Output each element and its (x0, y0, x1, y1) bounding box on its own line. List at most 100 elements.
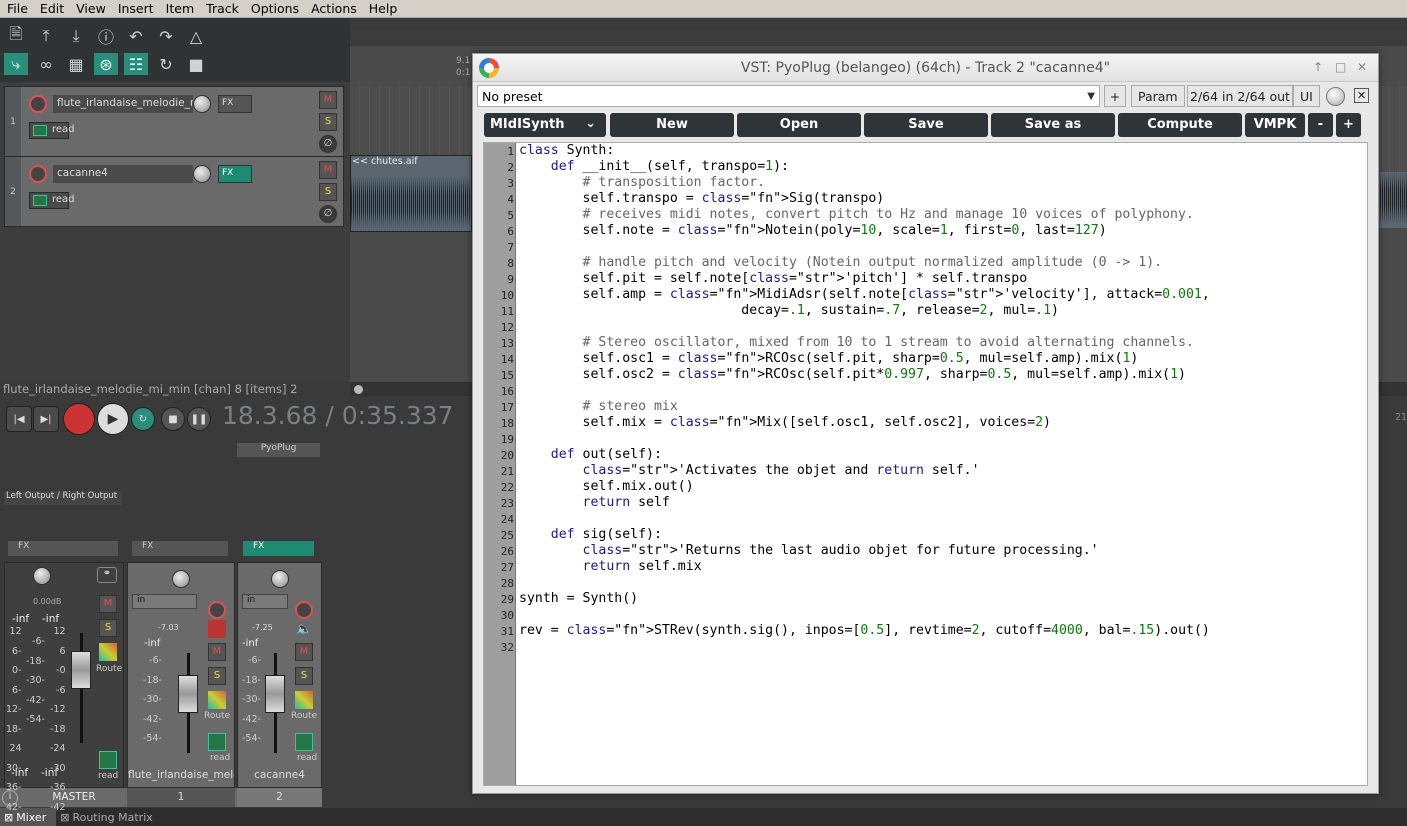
menu-file[interactable]: File (0, 1, 33, 16)
envelope-icon[interactable] (208, 733, 226, 751)
info-icon[interactable]: ⓘ (94, 25, 118, 47)
code-line[interactable]: # stereo mix (519, 399, 678, 414)
undo-icon[interactable]: ↶ (124, 25, 148, 47)
menu-view[interactable]: View (69, 1, 111, 16)
code-line[interactable]: return self (519, 495, 670, 510)
code-line[interactable]: self.mix.out() (519, 479, 694, 494)
route-icon[interactable] (208, 691, 226, 709)
code-line[interactable]: # handle pitch and velocity (Notein outp… (519, 255, 1163, 270)
code-line[interactable]: synth = Synth() (519, 591, 638, 606)
ripple-edit-icon[interactable]: ⤷ (4, 53, 28, 75)
track2-fader[interactable] (265, 675, 285, 713)
menu-options[interactable]: Options (244, 1, 304, 16)
record-arm-button[interactable] (29, 165, 47, 183)
menu-edit[interactable]: Edit (33, 1, 69, 16)
fx-slot[interactable]: PyoPlug (237, 443, 320, 457)
lock-icon[interactable]: ■ (184, 53, 208, 75)
preset-select[interactable]: No preset ▼ (477, 85, 1100, 107)
automation-mode-button[interactable]: read (29, 192, 75, 209)
code-line[interactable]: class Synth: (519, 143, 614, 158)
track-1[interactable]: 1 flute_irlandaise_melodie_m FX read M S… (4, 86, 344, 157)
open-button[interactable]: Open (737, 113, 861, 137)
speaker-icon[interactable] (208, 620, 226, 638)
minimize-icon[interactable]: ↑ (1313, 60, 1323, 74)
envelope-icon[interactable] (99, 751, 117, 769)
wet-knob[interactable] (1326, 87, 1345, 106)
mute-button[interactable]: M (319, 161, 337, 179)
record-button[interactable] (63, 403, 95, 435)
code-line[interactable]: # Stereo oscillator, mixed from 10 to 1 … (519, 335, 1194, 350)
window-titlebar[interactable]: VST: PyoPlug (belangeo) (64ch) - Track 2… (473, 54, 1378, 82)
open-project-icon[interactable]: ⤒ (34, 25, 58, 47)
pause-button[interactable]: ❚❚ (187, 407, 211, 431)
solo-button[interactable]: S (295, 667, 313, 685)
menu-help[interactable]: Help (362, 1, 403, 16)
phase-icon[interactable]: ∅ (319, 205, 337, 223)
code-line[interactable]: # transposition factor. (519, 175, 766, 190)
track2-fx-button[interactable]: FX (243, 541, 314, 556)
record-arm-button[interactable] (295, 601, 313, 619)
code-line[interactable]: rev = class="fn">STRev(synth.sig(), inpo… (519, 623, 1210, 638)
zoom-out-button[interactable]: - (1308, 113, 1333, 137)
code-line[interactable]: def sig(self): (519, 527, 662, 542)
phase-icon[interactable]: ∅ (319, 135, 337, 153)
menu-item[interactable]: Item (159, 1, 199, 16)
code-line[interactable]: return self.mix (519, 559, 702, 574)
grid-lines-icon[interactable]: ☷ (124, 53, 148, 75)
solo-button[interactable]: S (319, 183, 337, 201)
close-icon[interactable]: ✕ (1357, 60, 1367, 74)
track-2[interactable]: 2 cacanne4 FX read M S ∅ (4, 156, 344, 227)
track-name[interactable]: flute_irlandaise_melodie_m (53, 95, 193, 113)
solo-button[interactable]: S (319, 113, 337, 131)
code-line[interactable]: self.pit = self.note[class="str">'pitch'… (519, 271, 1028, 286)
compute-button[interactable]: Compute (1118, 113, 1242, 137)
code-line[interactable]: self.mix = class="fn">Mix([self.osc1, se… (519, 415, 1051, 430)
save-button[interactable]: Save (864, 113, 988, 137)
route-icon[interactable] (295, 691, 313, 709)
time-display[interactable]: 18.3.68 / 0:35.337 (222, 401, 454, 430)
pan-knob[interactable] (172, 570, 190, 588)
code-line[interactable]: # receives midi notes, convert pitch to … (519, 207, 1194, 222)
scroll-handle[interactable] (354, 385, 363, 394)
stereo-icon[interactable]: ⚭ (97, 567, 117, 583)
maximize-icon[interactable]: □ (1335, 60, 1346, 74)
repeat-button[interactable]: ↻ (131, 407, 155, 431)
code-line[interactable]: def out(self): (519, 447, 662, 462)
code-line[interactable]: decay=.1, sustain=.7, release=2, mul=.1) (519, 303, 1059, 318)
save-project-icon[interactable]: ⤓ (64, 25, 88, 47)
code-line[interactable]: self.amp = class="fn">MidiAdsr(self.note… (519, 287, 1210, 302)
media-item[interactable] (1380, 172, 1407, 228)
volume-knob[interactable] (193, 165, 211, 183)
volume-knob[interactable] (193, 95, 211, 113)
loop-icon[interactable]: ↻ (154, 53, 178, 75)
menu-track[interactable]: Track (199, 1, 244, 16)
code-line[interactable]: class="str">'Activates the objet and ret… (519, 463, 980, 478)
automation-mode-button[interactable]: read (29, 122, 75, 139)
save-as-button[interactable]: Save as (991, 113, 1115, 137)
new-project-icon[interactable]: 🗎 (4, 24, 28, 47)
go-to-end-button[interactable]: ▶| (33, 406, 59, 432)
track1-fx-button[interactable]: FX (132, 541, 228, 556)
grid-icon[interactable]: ▦ (64, 53, 88, 75)
track1-fader[interactable] (178, 675, 198, 713)
synth-select[interactable]: MIdISynth ⌄ (484, 113, 606, 137)
code-line[interactable]: self.note = class="fn">Notein(poly=10, s… (519, 223, 1107, 238)
redo-icon[interactable]: ↷ (154, 25, 178, 47)
fx-button[interactable]: FX (218, 95, 252, 113)
pan-knob[interactable] (271, 570, 289, 588)
master-fader[interactable] (71, 651, 91, 689)
master-fx-button[interactable]: FX (8, 541, 118, 556)
mute-button[interactable]: M (295, 643, 313, 661)
fx-button[interactable]: FX (218, 165, 252, 183)
zoom-in-button[interactable]: + (1336, 113, 1361, 137)
code-line[interactable]: def __init__(self, transpo=1): (519, 159, 789, 174)
code-line[interactable]: class="str">'Returns the last audio obje… (519, 543, 1099, 558)
pan-knob[interactable] (33, 567, 51, 585)
route-icon[interactable] (99, 643, 117, 661)
record-arm-button[interactable] (29, 95, 47, 113)
stop-button[interactable]: ■ (161, 407, 185, 431)
solo-button[interactable]: S (208, 667, 226, 685)
link-icon[interactable]: ∞ (34, 53, 58, 75)
master-output-label[interactable]: Left Output / Right Output (4, 491, 122, 505)
code-editor[interactable]: 1 2 3 4 5 6 7 8 9 10 11 12 13 14 15 16 17 18 19 20 21 22 23 24 2… (483, 142, 1368, 786)
